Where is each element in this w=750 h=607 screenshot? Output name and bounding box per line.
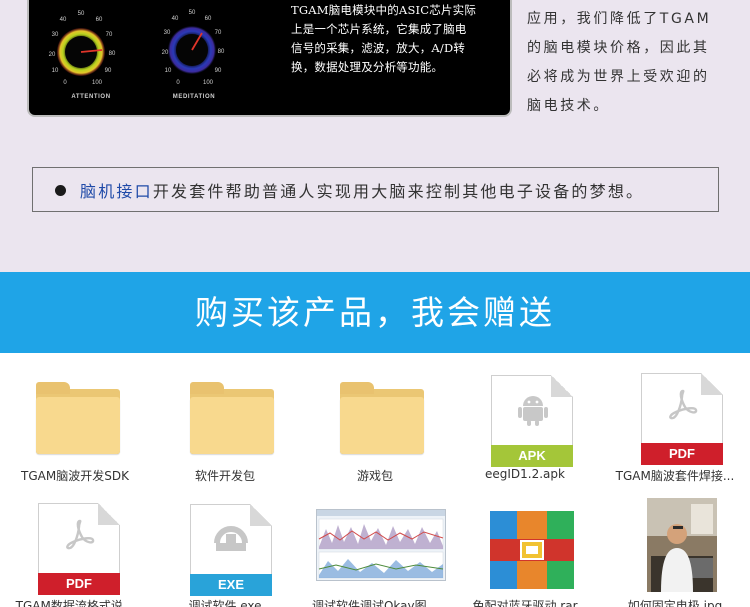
file-type-badge: EXE [190,574,272,596]
svg-text:10: 10 [165,68,172,74]
folder-icon [340,382,424,454]
pdf-file-icon: PDF [38,503,120,595]
apk-file-icon: APK [491,375,573,467]
dream-statement-box: 脑机接口开发套件帮助普通人实现用大脑来控制其他电子设备的梦想。 [32,167,719,212]
svg-text:0: 0 [176,80,180,86]
svg-text:90: 90 [105,68,112,74]
file-item-dataflow-pdf[interactable]: PDF TGAM数据流格式说... [0,487,150,607]
file-label: 调试软件调试Okay图... [311,599,439,607]
svg-text:80: 80 [218,49,225,55]
file-type-badge: PDF [641,443,723,465]
file-label: 游戏包 [356,469,393,483]
folder-icon [36,382,120,454]
tgam-description-line: TGAM脑电模块中的ASIC芯片实际 [291,3,477,17]
file-item-tgam-sdk[interactable]: TGAM脑波开发SDK [0,353,150,483]
price-paragraph-line: 的脑电模块价格，因此其 [527,40,710,56]
gift-banner: 购买该产品，我会赠送 [0,272,750,353]
meditation-dial: 0 10 20 30 40 50 60 70 80 90 100 [162,10,225,86]
price-paragraph-line: 脑电技术。 [527,98,610,114]
meditation-label: MEDITATION [172,94,216,100]
attention-gauge: 0 10 20 30 40 50 60 70 80 90 100 ATTENTI… [41,0,141,108]
pdf-file-icon: PDF [641,373,723,465]
svg-text:100: 100 [92,80,103,86]
price-paragraph: 应用，我们降低了TGAM 的脑电模块价格，因此其 必将成为世界上受欢迎的 脑电技… [527,5,727,121]
file-type-badge: PDF [38,573,120,595]
svg-text:60: 60 [205,16,212,22]
android-icon [518,396,548,426]
acrobat-icon [669,389,698,420]
svg-text:80: 80 [109,51,116,57]
svg-text:0: 0 [63,80,67,86]
svg-text:50: 50 [78,11,85,17]
price-paragraph-line: 应用，我们降低了TGAM [527,11,712,27]
file-label: eegID1.2.apk [485,467,565,481]
file-label: 软件开发包 [194,469,255,483]
file-label: TGAM脑波套件焊接... [615,469,735,483]
svg-text:40: 40 [60,17,67,23]
tgam-description-line: 信号的采集，滤波，放大，A/D转 [291,41,466,55]
file-item-electrode-photo[interactable]: 如何固定电极.jpg [600,487,750,607]
dream-statement: 脑机接口开发套件帮助普通人实现用大脑来控制其他电子设备的梦想。 [80,178,644,202]
acrobat-icon [66,519,95,550]
svg-text:40: 40 [172,16,179,22]
svg-text:20: 20 [162,50,169,56]
file-item-debug-screenshot[interactable]: 调试软件调试Okay图... [300,487,450,607]
tgam-description-line: 上是一个芯片系统，它集成了脑电 [291,22,467,36]
file-label: TGAM数据流格式说... [15,599,135,607]
svg-text:100: 100 [203,80,214,86]
price-paragraph-line: 必将成为世界上受欢迎的 [527,69,710,85]
gift-banner-title: 购买该产品，我会赠送 [195,293,555,332]
installer-icon [214,526,248,551]
folder-icon [190,382,274,454]
file-item-welding-pdf[interactable]: PDF TGAM脑波套件焊接... [600,353,750,483]
screenshot-thumbnail-icon [316,509,446,581]
svg-text:70: 70 [215,30,222,36]
svg-text:50: 50 [189,10,196,16]
exe-file-icon: EXE [190,504,272,596]
file-item-software-dev-kit[interactable]: 软件开发包 [150,353,300,483]
attention-dial: 0 10 20 30 40 50 60 70 80 90 100 [49,11,116,86]
file-type-badge: APK [491,445,573,467]
file-item-eegid-apk[interactable]: APK eegID1.2.apk [450,353,600,481]
tgam-info-panel: 0 10 20 30 40 50 60 70 80 90 100 ATTENTI… [27,0,512,117]
rar-archive-icon [490,511,574,589]
meditation-gauge: 0 10 20 30 40 50 60 70 80 90 100 MEDITAT… [144,0,244,108]
file-item-debug-exe[interactable]: EXE 调试软件.exe [150,487,300,607]
svg-text:30: 30 [164,30,171,36]
bullet-dot-icon [55,185,66,196]
tgam-description-line: 换，数据处理及分析等功能。 [291,60,444,74]
bci-highlight: 脑机接口 [80,182,153,201]
svg-text:90: 90 [215,68,222,74]
file-label: TGAM脑波开发SDK [21,469,129,483]
svg-text:20: 20 [49,52,56,58]
file-item-bluetooth-rar[interactable]: 免配对蓝牙驱动.rar [450,487,600,607]
top-section: 0 10 20 30 40 50 60 70 80 90 100 ATTENTI… [0,0,750,272]
svg-text:30: 30 [52,32,59,38]
dream-statement-rest: 开发套件帮助普通人实现用大脑来控制其他电子设备的梦想。 [152,182,645,201]
file-label: 调试软件.exe [188,599,262,607]
svg-text:10: 10 [52,68,59,74]
photo-thumbnail-icon [647,498,717,592]
svg-text:60: 60 [96,17,103,23]
svg-text:70: 70 [106,32,113,38]
file-item-game-pack[interactable]: 游戏包 [300,353,450,483]
file-label: 免配对蓝牙驱动.rar [472,599,578,607]
file-label: 如何固定电极.jpg [627,599,723,607]
tgam-description: TGAM脑电模块中的ASIC芯片实际 上是一个芯片系统，它集成了脑电 信号的采集… [291,1,503,77]
attention-label: ATTENTION [71,94,111,100]
